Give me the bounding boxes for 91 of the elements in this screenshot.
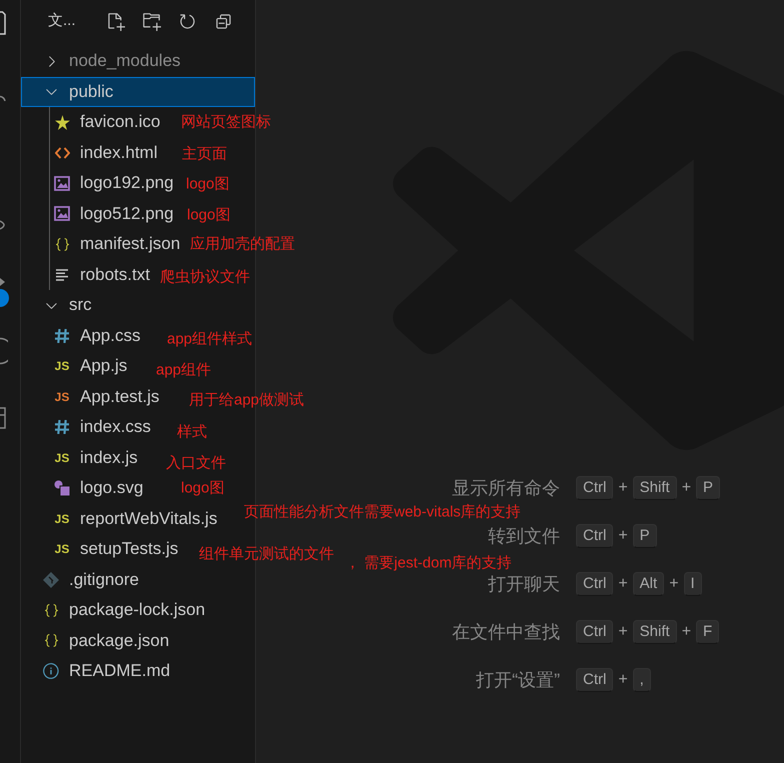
new-file-icon[interactable] — [106, 12, 125, 30]
file-item[interactable]: index.html — [21, 138, 160, 168]
shapes-icon — [54, 480, 70, 496]
keyboard-key: , — [632, 668, 651, 692]
play-icon[interactable] — [0, 278, 5, 286]
annotation-text: 页面性能分析文件需要web-vitals库的支持 — [244, 502, 521, 522]
image-icon — [54, 206, 70, 222]
js-badge-icon: JS — [54, 512, 70, 525]
folder-item[interactable]: src — [21, 290, 95, 320]
curve-icon[interactable] — [0, 220, 5, 230]
command-label: 在文件中查找 — [451, 620, 560, 644]
diamond-icon — [43, 572, 59, 588]
image-icon — [54, 176, 70, 191]
new-folder-icon[interactable] — [142, 12, 161, 30]
file-item[interactable]: JS App.js — [21, 351, 130, 382]
annotation-text: 网站页签图标 — [181, 112, 271, 132]
file-item[interactable]: README.md — [21, 656, 174, 686]
folder-item[interactable]: public — [21, 76, 255, 107]
plus-sign: + — [618, 670, 628, 690]
lines-icon — [56, 268, 68, 281]
file-item[interactable]: JS index.js — [21, 442, 141, 473]
braces-icon — [42, 632, 60, 650]
plus-sign: + — [618, 574, 628, 594]
file-item[interactable]: App.css — [21, 320, 144, 351]
js-badge-icon: JS — [54, 390, 70, 403]
panel-icon[interactable] — [0, 407, 6, 429]
file-item[interactable]: manifest.json — [21, 229, 184, 260]
annotation-text: 主页面 — [182, 144, 227, 164]
js-badge-icon: JS — [54, 452, 70, 464]
plus-sign: + — [669, 574, 679, 594]
file-item[interactable]: logo512.png — [21, 198, 177, 229]
annotation-text: app组件 — [156, 360, 212, 380]
angle-brackets-icon — [54, 146, 70, 159]
annotation-text: 爬虫协议文件 — [160, 267, 250, 286]
file-item[interactable]: JS setupTests.js — [21, 534, 182, 564]
command-label: 显示所有命令 — [451, 476, 560, 500]
info-icon — [42, 662, 60, 680]
file-item[interactable]: package-lock.json — [21, 595, 208, 626]
file-item[interactable]: robots.txt — [21, 260, 153, 290]
file-item[interactable]: package.json — [21, 626, 172, 656]
annotation-text: 用于给app做测试 — [189, 390, 304, 410]
command-label: 打开聊天 — [487, 572, 560, 596]
keyboard-key: F — [696, 620, 720, 644]
keyboard-key: Shift — [632, 620, 677, 644]
file-item[interactable]: logo.svg — [21, 473, 146, 504]
annotation-text: logo图 — [181, 478, 224, 498]
plus-sign: + — [618, 478, 628, 498]
js-badge-icon: JS — [54, 543, 70, 556]
keyboard-key: Ctrl — [576, 476, 614, 500]
refresh-icon[interactable] — [178, 12, 197, 30]
file-item[interactable]: index.css — [21, 412, 154, 442]
command-label: 转到文件 — [487, 524, 560, 548]
annotation-text: app组件样式 — [167, 329, 252, 348]
collapse-all-icon[interactable] — [214, 12, 233, 30]
keyboard-key: P — [632, 524, 657, 548]
file-item[interactable]: .gitignore — [21, 564, 142, 595]
braces-icon — [54, 236, 70, 253]
file-item[interactable]: JS reportWebVitals.js — [21, 504, 220, 534]
annotation-text: 组件单元测试的文件 — [199, 544, 334, 564]
annotation-text: ， 需要jest-dom库的支持 — [345, 554, 512, 573]
keyboard-key: P — [696, 476, 720, 500]
notification-badge-icon — [0, 289, 9, 307]
keyboard-key: Ctrl — [576, 524, 614, 548]
folder-item[interactable]: node_modules — [21, 46, 184, 76]
annotation-text: 应用加壳的配置 — [190, 234, 295, 254]
plus-sign: + — [618, 622, 628, 642]
file-item[interactable]: JS App.test.js — [21, 382, 162, 412]
js-badge-icon: JS — [54, 360, 70, 372]
plus-sign: + — [618, 526, 628, 546]
plus-sign: + — [682, 622, 692, 642]
braces-icon — [42, 602, 60, 619]
keyboard-key: Ctrl — [576, 572, 614, 596]
file-item[interactable]: favicon.ico — [21, 107, 164, 138]
keyboard-key: I — [684, 572, 702, 596]
plus-sign: + — [682, 478, 692, 498]
keyboard-key: Ctrl — [576, 620, 614, 644]
star-icon — [54, 114, 70, 131]
ring-icon[interactable] — [0, 337, 8, 365]
document-icon[interactable] — [0, 11, 6, 35]
hash-icon — [55, 420, 69, 434]
annotation-text: logo图 — [186, 174, 230, 194]
keyboard-key: Ctrl — [576, 668, 614, 692]
keyboard-key: Shift — [632, 476, 677, 500]
annotation-text: logo图 — [187, 205, 230, 224]
annotation-text: 样式 — [177, 422, 207, 442]
annotation-text: 入口文件 — [166, 453, 226, 472]
keyboard-key: Alt — [632, 572, 664, 596]
file-item[interactable]: logo192.png — [21, 168, 177, 198]
explorer-title: 文... — [48, 10, 76, 31]
command-label: 打开“设置” — [475, 668, 560, 692]
hash-icon — [55, 328, 69, 343]
